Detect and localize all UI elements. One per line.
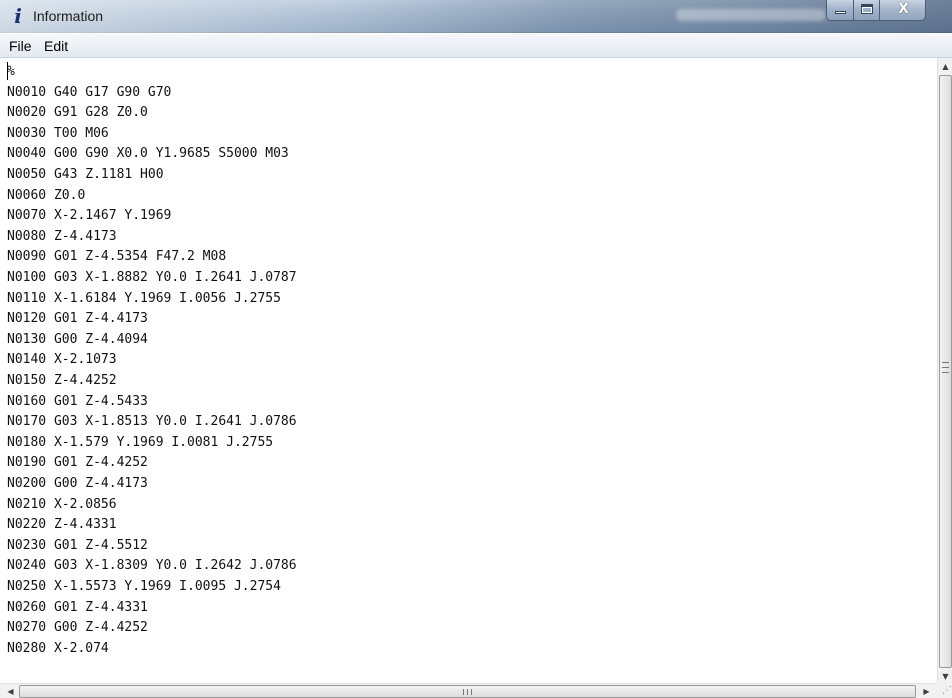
code-line: N0100 G03 X-1.8882 Y0.0 I.2641 J.0787	[7, 270, 297, 285]
code-line: N0170 G03 X-1.8513 Y0.0 I.2641 J.0786	[7, 414, 297, 430]
text-editor[interactable]: % N0010 G40 G17 G90 G70 N0020 G91 G28 Z0.0…	[7, 62, 938, 683]
code-line: N0190 G01 Z-4.4252	[7, 455, 148, 471]
code-line: N0010 G40 G17 G90 G70	[7, 84, 172, 100]
title-bar[interactable]: i Information X	[0, 0, 952, 33]
code-line: N0140 X-2.1073	[7, 352, 117, 368]
background-window-title-blur	[676, 9, 826, 21]
code-line: N0280 X-2.074	[7, 640, 109, 656]
menu-file[interactable]: File	[7, 37, 34, 55]
code-line: N0130 G00 Z-4.4094	[7, 331, 148, 347]
menu-bar: File Edit	[0, 34, 952, 58]
horizontal-scrollbar[interactable]: ◀ ▶	[0, 683, 937, 698]
code-line: N0210 X-2.0856	[7, 496, 117, 512]
vertical-scrollbar[interactable]: ▲ ▼	[937, 58, 952, 685]
menu-edit[interactable]: Edit	[42, 37, 70, 55]
minimize-icon	[835, 11, 846, 14]
vertical-scroll-thumb[interactable]	[939, 75, 952, 668]
code-line: N0080 Z-4.4173	[7, 228, 117, 244]
code-line: N0110 X-1.6184 Y.1969 I.0056 J.2755	[7, 290, 281, 306]
minimize-button[interactable]	[826, 0, 854, 21]
scroll-grip-icon	[942, 362, 949, 373]
window-title: Information	[33, 8, 104, 24]
scroll-right-icon[interactable]: ▶	[918, 684, 935, 698]
close-icon: X	[898, 1, 909, 17]
maximize-button[interactable]	[853, 0, 880, 21]
code-line: N0250 X-1.5573 Y.1969 I.0095 J.2754	[7, 579, 281, 594]
code-line: N0060 Z0.0	[7, 187, 86, 203]
code-line: N0270 G00 Z-4.4252	[7, 620, 148, 636]
code-line: N0230 G01 Z-4.5512	[7, 537, 148, 553]
code-line: N0240 G03 X-1.8309 Y0.0 I.2642 J.0786	[7, 558, 297, 574]
code-line: N0160 G01 Z-4.5433	[7, 393, 148, 409]
code-line: N0040 G00 G90 X0.0 Y1.9685 S5000 M03	[7, 146, 289, 162]
caption-buttons: X	[826, 0, 948, 22]
code-line: N0050 G43 Z.1181 H00	[7, 167, 164, 182]
code-line: N0070 X-2.1467 Y.1969	[7, 208, 172, 224]
close-button[interactable]: X	[879, 0, 926, 21]
code-line: N0200 G00 Z-4.4173	[7, 476, 148, 491]
horizontal-scroll-thumb[interactable]	[19, 685, 916, 698]
maximize-icon	[861, 4, 873, 14]
code-line: N0260 G01 Z-4.4331	[7, 599, 148, 615]
info-icon[interactable]: i	[9, 5, 27, 27]
scroll-up-icon[interactable]: ▲	[938, 58, 952, 75]
code-line: N0090 G01 Z-4.5354 F47.2 M08	[7, 249, 227, 265]
code-line: N0020 G91 G28 Z0.0	[7, 105, 148, 121]
code-line: N0180 X-1.579 Y.1969 I.0081 J.2755	[7, 434, 274, 450]
code-line: N0120 G01 Z-4.4173	[7, 311, 148, 327]
code-line: N0220 Z-4.4331	[7, 517, 117, 533]
scroll-left-icon[interactable]: ◀	[2, 684, 19, 698]
code-line: N0150 Z-4.4252	[7, 373, 117, 388]
code-line: N0030 T00 M06	[7, 125, 109, 141]
code-line: %	[7, 64, 15, 79]
resize-grip-icon[interactable]: ⋰	[937, 683, 952, 698]
scroll-grip-icon	[463, 689, 472, 695]
